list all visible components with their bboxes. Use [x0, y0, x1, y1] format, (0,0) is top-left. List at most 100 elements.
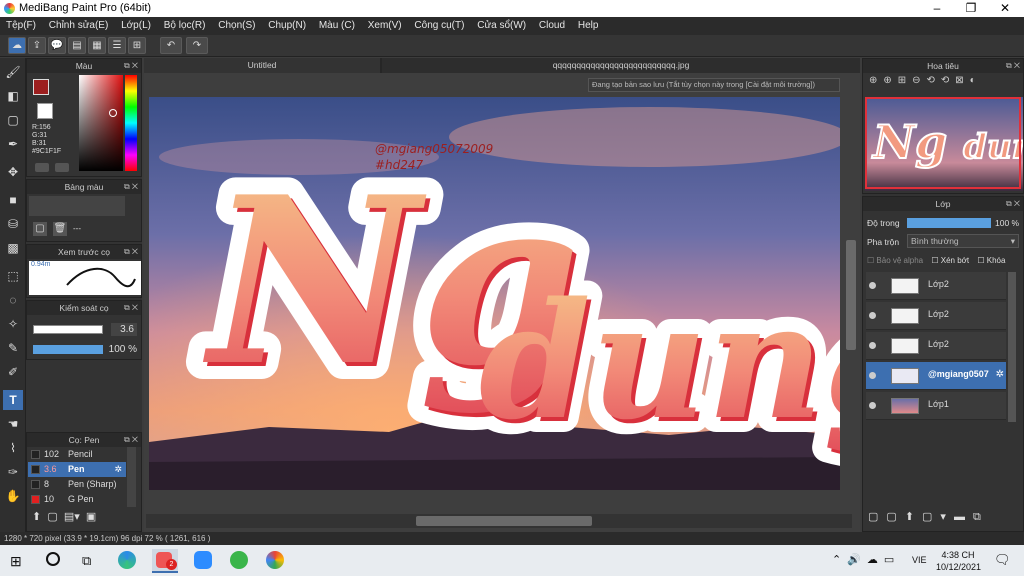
visibility-icon[interactable]	[869, 402, 876, 409]
navigator-thumbnail[interactable]: Ng dung	[865, 97, 1023, 191]
panel-icon[interactable]: ▤	[68, 37, 86, 54]
clock[interactable]: 4:38 CH 10/12/2021	[936, 549, 981, 573]
layer-row[interactable]: Lớp2	[866, 332, 1006, 360]
move-tool-icon[interactable]: ✥	[3, 162, 23, 182]
vertical-scroll-thumb[interactable]	[846, 240, 856, 350]
magic-wand-icon[interactable]: ✧	[3, 314, 23, 334]
select-tool-icon[interactable]: ⬚	[3, 266, 23, 286]
folder-icon[interactable]: ▬	[954, 511, 973, 523]
merge-layer-icon[interactable]: ⬆	[905, 511, 922, 523]
close-button[interactable]: ✕	[988, 0, 1022, 17]
notification-center-icon[interactable]: 🗨	[994, 552, 1011, 568]
brush-menu-icon[interactable]: ▤▾	[64, 511, 80, 523]
new-brush-icon[interactable]: ▢	[47, 511, 57, 523]
brush-item-pencil[interactable]: 102 Pencil	[28, 447, 126, 462]
add-brush-icon[interactable]: ⬆	[32, 511, 41, 523]
eraser-tool-icon[interactable]: ◧	[3, 86, 23, 106]
layer-scrollbar[interactable]	[1008, 272, 1016, 422]
windows-start-icon[interactable]: ⊞	[10, 553, 22, 570]
operation-tool-icon[interactable]: ☚	[3, 414, 23, 434]
panel-controls-icon[interactable]: ⧉ ✕	[124, 301, 138, 315]
rect-tool-icon[interactable]: ▢	[3, 110, 23, 130]
gear-icon[interactable]: ✲	[114, 462, 122, 477]
layer-row[interactable]: Lớp1	[866, 392, 1006, 420]
panel-controls-icon[interactable]: ⧉ ✕	[1006, 197, 1020, 211]
comment-icon[interactable]: 💬	[48, 37, 66, 54]
menu-filter[interactable]: Bộ lọc(R)	[164, 17, 206, 31]
task-view-icon[interactable]: ⧉	[82, 553, 91, 569]
hue-slider[interactable]	[125, 75, 137, 171]
menu-tools[interactable]: Công cụ(T)	[414, 17, 464, 31]
bucket-tool-icon[interactable]: ⛁	[3, 214, 23, 234]
brush-size-value[interactable]: 3.6	[111, 323, 137, 336]
picker-cursor[interactable]	[109, 109, 117, 117]
search-icon[interactable]	[46, 552, 60, 566]
saturation-picker[interactable]	[79, 75, 123, 171]
hand-tool-icon[interactable]: ✋	[3, 486, 23, 506]
protect-alpha-checkbox[interactable]: ☐	[867, 256, 876, 265]
panel-controls-icon[interactable]: ⧉ ✕	[124, 180, 138, 194]
new-layer-2-icon[interactable]: ▢	[886, 511, 904, 523]
brush-size-slider[interactable]	[33, 325, 103, 334]
horizontal-scroll-thumb[interactable]	[416, 516, 592, 526]
grid-icon[interactable]: ⊞	[128, 37, 146, 54]
undo-icon[interactable]: ↶	[160, 37, 182, 54]
menu-view[interactable]: Xem(V)	[368, 17, 402, 31]
menu-select[interactable]: Chọn(S)	[218, 17, 255, 31]
language-indicator[interactable]: VIE	[912, 555, 927, 565]
navigator-toolbar[interactable]: ⊕⊕⊞⊖⟲⟲⊠◐	[865, 75, 1023, 93]
artwork-canvas[interactable]: Ng dung Ng dung Ng dung @mgiang05072009 …	[149, 97, 840, 490]
taskbar-app-active[interactable]: 2	[152, 549, 178, 573]
pen-tool-icon[interactable]: ✒	[3, 134, 23, 154]
visibility-icon[interactable]	[869, 282, 876, 289]
brush-settings-icon[interactable]: ▣	[86, 511, 96, 523]
dropper2-tool-icon[interactable]: ✑	[3, 462, 23, 482]
layer-row[interactable]: Lớp2	[866, 272, 1006, 300]
brush-item-pen[interactable]: 3.6 Pen ✲	[28, 462, 126, 477]
redo-icon[interactable]: ↷	[186, 37, 208, 54]
layer-row[interactable]: Lớp2	[866, 302, 1006, 330]
text-tool-icon[interactable]: T	[3, 390, 23, 410]
upload-icon[interactable]: ⇪	[28, 37, 46, 54]
palette-area[interactable]	[29, 196, 125, 216]
menu-window[interactable]: Cửa sổ(W)	[477, 17, 526, 31]
navigator-viewport[interactable]	[865, 97, 1021, 189]
menu-snap[interactable]: Chụp(N)	[268, 17, 306, 31]
main-color-swatch[interactable]	[33, 79, 49, 95]
blend-mode-select[interactable]: Bình thường ▾	[907, 234, 1019, 248]
menu-file[interactable]: Tệp(F)	[6, 17, 36, 31]
minimize-button[interactable]: –	[920, 0, 954, 17]
eyedropper-tool-icon[interactable]: ⌇	[3, 438, 23, 458]
brush-list-scrollbar[interactable]	[127, 447, 136, 507]
new-palette-icon[interactable]: ▢	[33, 222, 47, 236]
panel-controls-icon[interactable]: ⧉ ✕	[124, 433, 138, 447]
panel-controls-icon[interactable]: ⧉ ✕	[124, 59, 138, 73]
panel-controls-icon[interactable]: ⧉ ✕	[124, 245, 138, 259]
app-icon-green[interactable]	[230, 551, 248, 569]
visibility-icon[interactable]	[869, 372, 876, 379]
edge-browser-icon[interactable]	[118, 551, 136, 569]
cloud-icon[interactable]: ☁	[8, 37, 26, 54]
menu-cloud[interactable]: Cloud	[539, 17, 565, 31]
brush-item-gpen[interactable]: 10 G Pen	[28, 492, 126, 507]
clip-checkbox[interactable]: ☐	[931, 256, 940, 265]
list-icon[interactable]: ☰	[108, 37, 126, 54]
menu-color[interactable]: Màu (C)	[319, 17, 355, 31]
tab-image-file[interactable]: qqqqqqqqqqqqqqqqqqqqqqqqqq.jpg	[382, 58, 860, 73]
color-option-button[interactable]	[35, 163, 49, 172]
horizontal-scrollbar[interactable]	[146, 514, 852, 528]
delete-palette-icon[interactable]: 🗑	[53, 222, 67, 236]
duplicate-layer-icon[interactable]: ⧉	[973, 511, 989, 523]
lasso-tool-icon[interactable]: ◌	[3, 290, 23, 310]
menu-layer[interactable]: Lớp(L)	[121, 17, 151, 31]
tab-untitled[interactable]: Untitled	[144, 58, 380, 73]
menu-edit[interactable]: Chỉnh sửa(E)	[49, 17, 109, 31]
chrome-browser-icon[interactable]	[266, 551, 284, 569]
lock-checkbox[interactable]: ☐	[977, 256, 986, 265]
visibility-icon[interactable]	[869, 312, 876, 319]
layer-menu-icon[interactable]: ▢▾	[922, 511, 954, 523]
select-eraser-icon[interactable]: ✐	[3, 362, 23, 382]
document-icon[interactable]: ▦	[88, 37, 106, 54]
zoom-app-icon[interactable]	[194, 551, 212, 569]
gradient-tool-icon[interactable]: ▩	[3, 238, 23, 258]
